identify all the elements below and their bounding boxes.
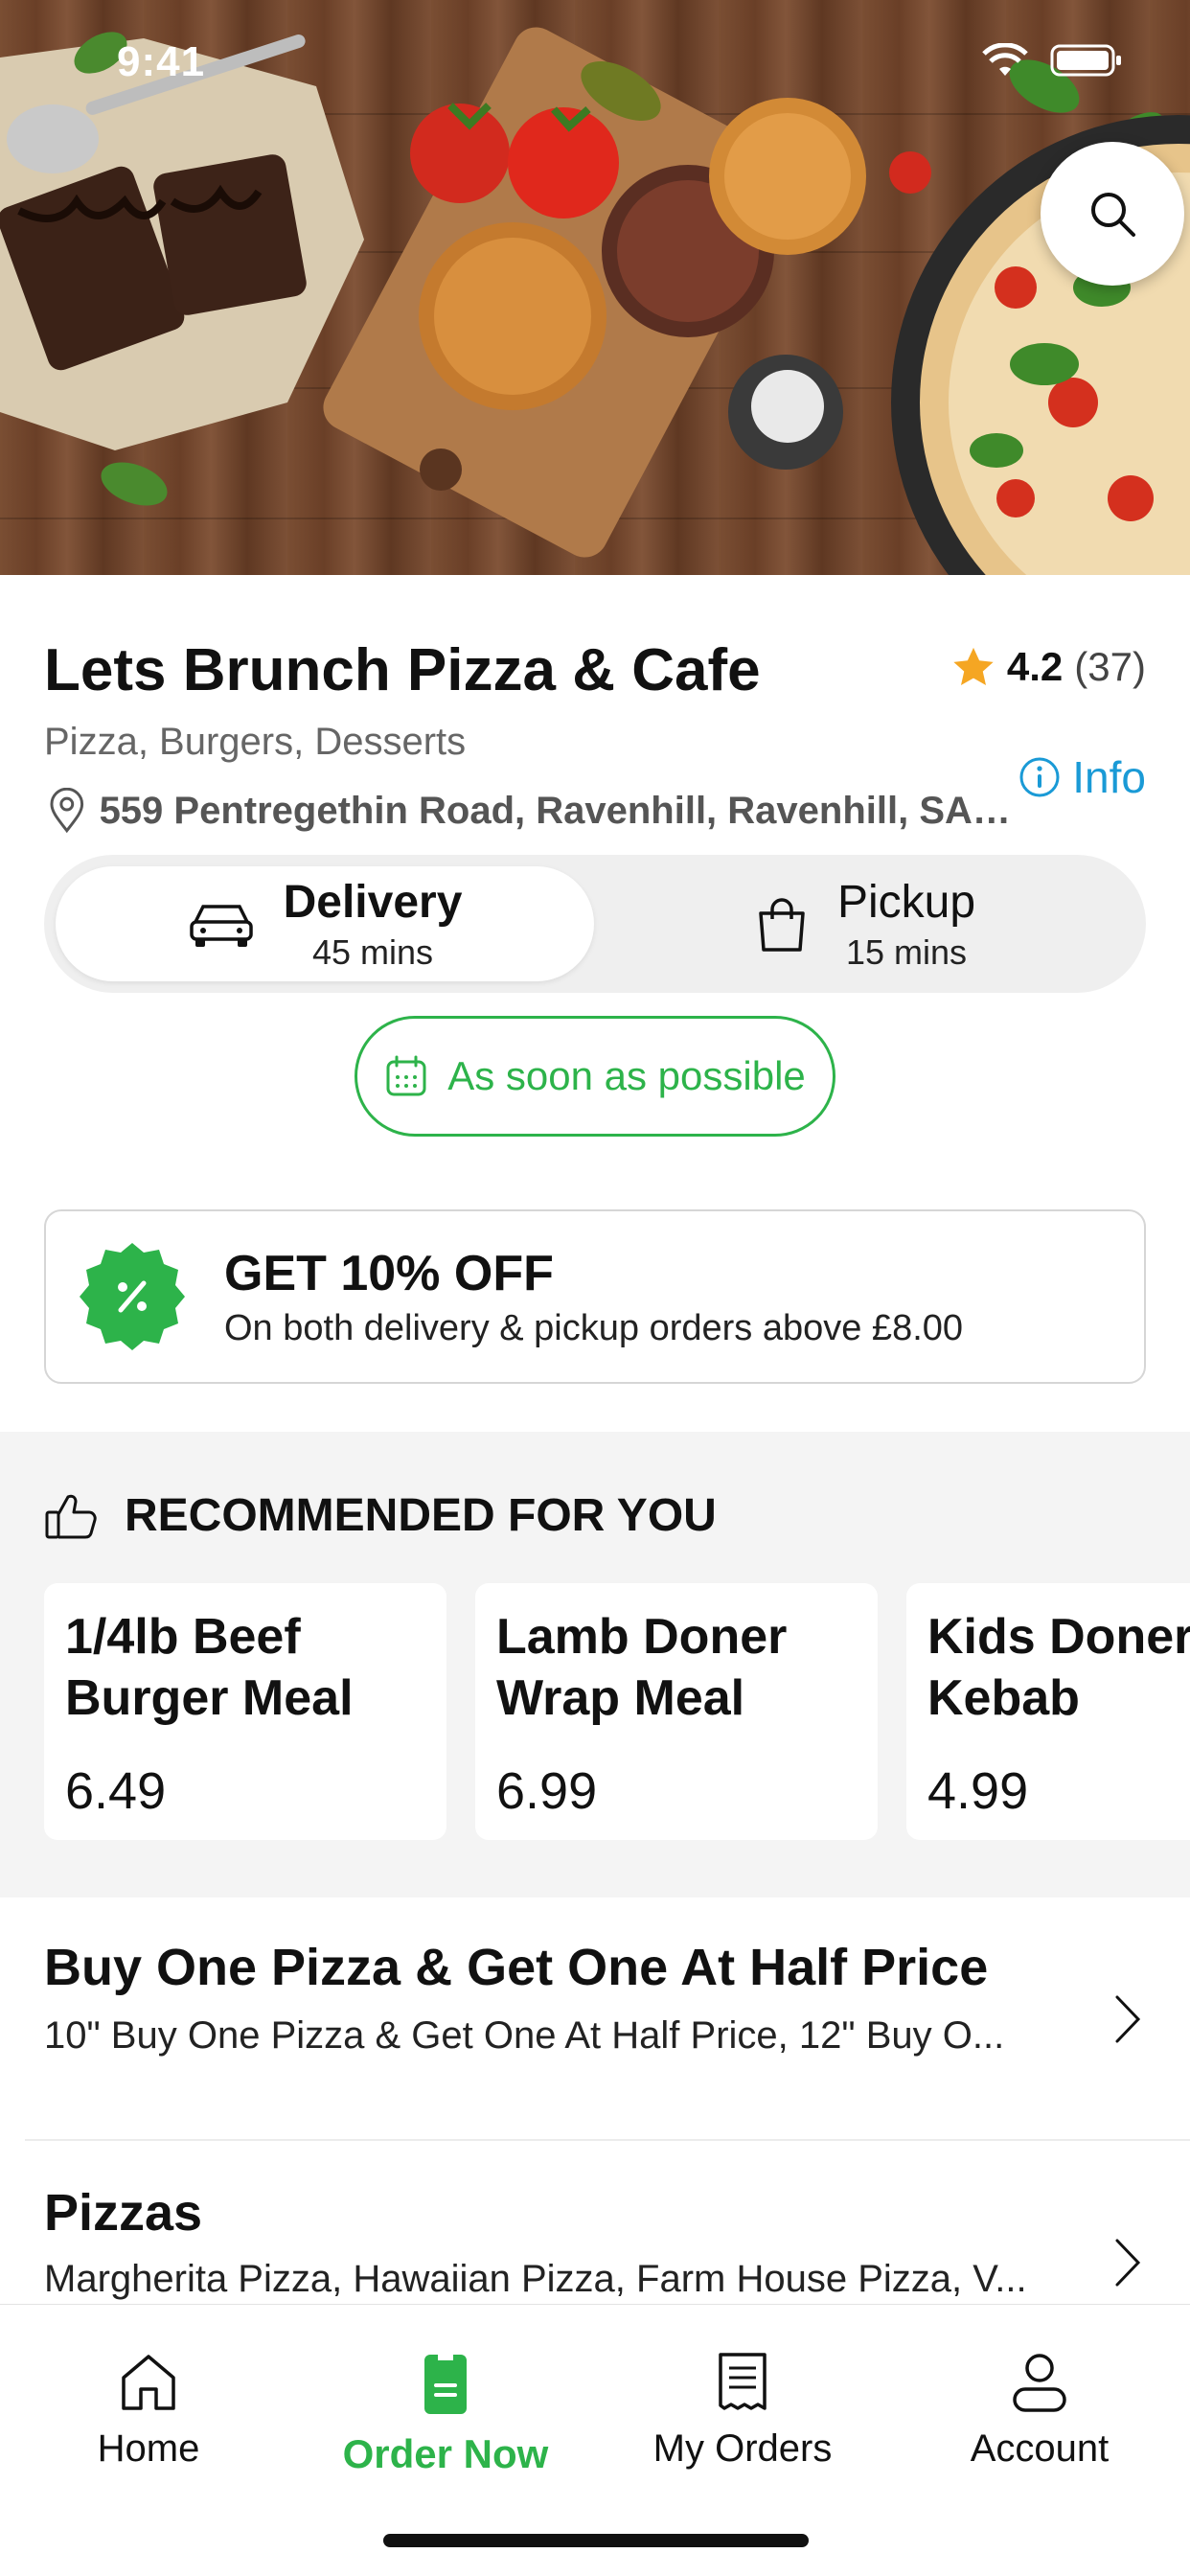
schedule-button[interactable]: As soon as possible: [355, 1016, 835, 1137]
rating-count: (37): [1074, 644, 1146, 689]
home-icon: [122, 2355, 175, 2410]
item-price: 6.49: [65, 1762, 167, 1820]
rating[interactable]: 4.2 (37): [951, 644, 1146, 690]
offer-description: On both delivery & pickup orders above £…: [224, 1307, 964, 1348]
info-icon: [1019, 757, 1060, 797]
tab-my-orders[interactable]: My Orders: [594, 2351, 891, 2471]
order-icon: [424, 2355, 467, 2414]
info-label: Info: [1072, 752, 1146, 802]
location-pin-icon: [50, 788, 84, 834]
recommended-item-card[interactable]: 1/4lb Beef Burger Meal 6.49: [44, 1583, 446, 1840]
address: 559 Pentregethin Road, Ravenhill, Ravenh…: [48, 788, 1016, 834]
chevron-right-icon: [1115, 1995, 1141, 2043]
discount-offer-card[interactable]: GET 10% OFF On both delivery & pickup or…: [44, 1209, 1146, 1384]
order-mode-toggle: Delivery 45 mins Pickup 15 mins: [44, 855, 1146, 993]
discount-badge-icon: [80, 1243, 185, 1350]
recommended-heading-text: RECOMMENDED FOR YOU: [125, 1490, 717, 1541]
menu-category-row[interactable]: Buy One Pizza & Get One At Half Price 10…: [0, 1898, 1190, 2137]
search-button[interactable]: [1041, 142, 1184, 286]
pickup-time: 15 mins: [845, 932, 968, 972]
tab-label: Account: [970, 2427, 1110, 2470]
hero-banner-image: 9:41: [0, 0, 1190, 575]
offer-title: GET 10% OFF: [224, 1245, 554, 1301]
tab-home[interactable]: Home: [0, 2351, 297, 2471]
item-name: Lamb Doner Wrap Meal: [496, 1609, 788, 1726]
address-text: 559 Pentregethin Road, Ravenhill, Ravenh…: [99, 789, 1016, 832]
tab-label: My Orders: [652, 2427, 833, 2470]
tab-order-now[interactable]: Order Now: [297, 2351, 594, 2477]
home-indicator: [383, 2534, 809, 2547]
car-icon: [189, 905, 253, 947]
schedule-label: As soon as possible: [447, 1053, 806, 1098]
tab-label: Order Now: [342, 2431, 549, 2476]
calendar-icon: [386, 1055, 426, 1096]
status-bar-icons: [981, 42, 1123, 79]
tab-account[interactable]: Account: [891, 2351, 1188, 2471]
receipt-icon: [719, 2353, 767, 2410]
recommended-item-card[interactable]: Lamb Doner Wrap Meal 6.99: [475, 1583, 878, 1840]
recommended-heading: RECOMMENDED FOR YOU: [44, 1489, 717, 1542]
category-name: Buy One Pizza & Get One At Half Price: [44, 1939, 989, 1996]
star-icon: [953, 647, 994, 685]
battery-icon: [1050, 44, 1121, 77]
category-description: 10" Buy One Pizza & Get One At Half Pric…: [44, 2014, 1005, 2057]
status-bar-time: 9:41: [117, 38, 206, 85]
menu-category-row[interactable]: Pizzas Margherita Pizza, Hawaiian Pizza,…: [0, 2141, 1190, 2304]
user-icon: [1013, 2354, 1066, 2412]
rating-score: 4.2: [1006, 644, 1064, 689]
delivery-time: 45 mins: [311, 932, 434, 972]
item-price: 6.99: [496, 1762, 598, 1820]
food-illustration: [0, 27, 1190, 575]
search-icon: [1091, 193, 1135, 237]
item-price: 4.99: [927, 1762, 1029, 1820]
shopping-bag-icon: [759, 898, 805, 952]
delivery-label: Delivery: [283, 876, 463, 928]
item-name: 1/4lb Beef Burger Meal: [65, 1609, 354, 1726]
thumbs-up-icon: [45, 1494, 97, 1538]
recommended-item-card[interactable]: Kids Doner Kebab 4.99: [906, 1583, 1190, 1840]
cuisine-list: Pizza, Burgers, Desserts: [44, 721, 467, 763]
pickup-option[interactable]: Pickup 15 mins: [596, 866, 1134, 981]
item-name: Kids Doner Kebab: [927, 1609, 1190, 1726]
category-description: Margherita Pizza, Hawaiian Pizza, Farm H…: [44, 2258, 1027, 2300]
restaurant-name: Lets Brunch Pizza & Cafe: [44, 637, 761, 703]
info-link[interactable]: Info: [1018, 751, 1146, 803]
delivery-option[interactable]: Delivery 45 mins: [56, 866, 594, 981]
recommended-section: RECOMMENDED FOR YOU 1/4lb Beef Burger Me…: [0, 1432, 1190, 1898]
category-name: Pizzas: [44, 2184, 203, 2242]
chevron-right-icon: [1115, 2239, 1141, 2287]
pickup-label: Pickup: [836, 876, 976, 928]
tab-label: Home: [97, 2427, 200, 2470]
wifi-icon: [982, 43, 1028, 76]
